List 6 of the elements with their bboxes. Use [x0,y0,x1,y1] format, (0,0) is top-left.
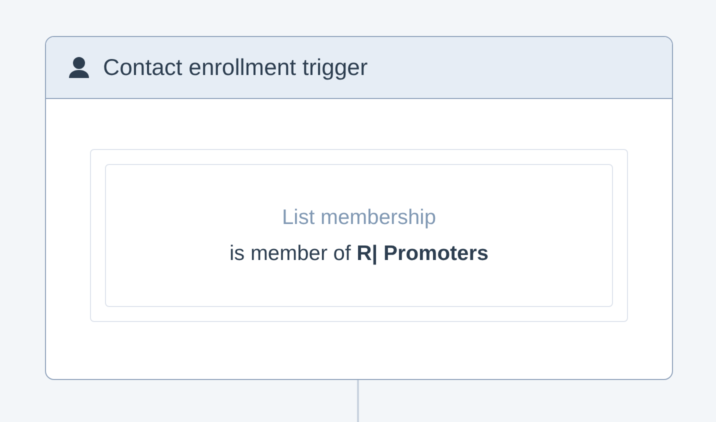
person-icon [68,56,90,80]
card-title: Contact enrollment trigger [103,54,368,81]
connector-line [357,380,359,422]
filter-card[interactable]: List membership is member of R| Promoters [105,164,613,307]
filter-condition: is member of R| Promoters [229,242,489,266]
filter-category: List membership [282,206,436,230]
